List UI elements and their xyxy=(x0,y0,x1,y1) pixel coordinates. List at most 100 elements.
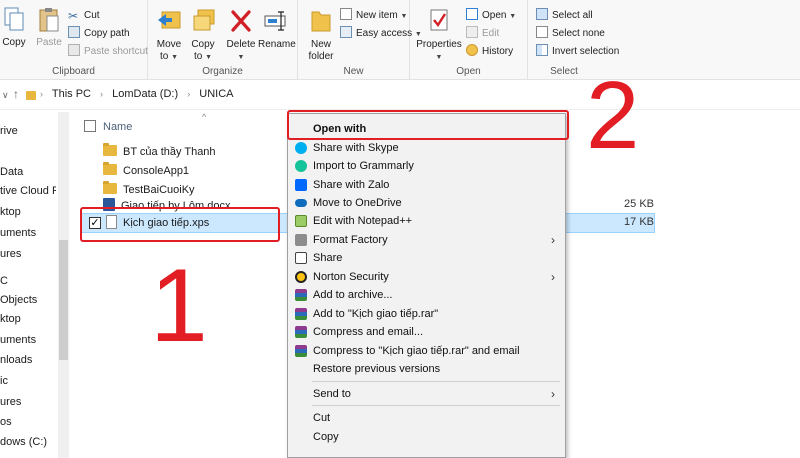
menu-item-import-to-grammarly[interactable]: Import to Grammarly xyxy=(288,157,565,175)
invert-selection-label: Invert selection xyxy=(552,46,620,57)
menu-item-add-to-archive[interactable]: Add to archive... xyxy=(288,286,565,304)
navigation-scrollbar-thumb[interactable] xyxy=(59,240,68,360)
copy-to-label: Copy to ▼ xyxy=(191,39,215,62)
folder-icon xyxy=(103,181,117,194)
copy-to-button[interactable]: Copy to ▼ xyxy=(186,6,220,64)
organize-group: Move to ▼ Copy to ▼ Delete ▼ Rename Organiz… xyxy=(148,0,298,80)
paste-button[interactable]: Paste xyxy=(32,6,66,49)
recent-locations-chevron-icon[interactable]: ∨ xyxy=(2,90,9,101)
notepadpp-icon xyxy=(295,215,307,227)
menu-item-send-to[interactable]: Send to › xyxy=(288,385,565,403)
menu-item-label: Share with Zalo xyxy=(313,179,390,191)
nav-item[interactable]: uments xyxy=(0,331,36,349)
clipboard-group-label: Clipboard xyxy=(52,66,95,77)
select-all-label: Select all xyxy=(552,10,593,21)
nav-item[interactable]: Data xyxy=(0,163,23,181)
zalo-icon xyxy=(295,179,307,191)
select-all-checkbox[interactable] xyxy=(84,120,96,132)
copy-path-label: Copy path xyxy=(84,28,130,39)
file-row[interactable]: BT của thầy Thanh xyxy=(103,143,216,161)
history-button[interactable]: History xyxy=(466,44,513,60)
history-label: History xyxy=(482,46,514,57)
skype-icon xyxy=(295,142,307,154)
menu-item-label: Format Factory xyxy=(313,234,388,246)
menu-item-share-with-zalo[interactable]: Share with Zalo xyxy=(288,176,565,194)
history-icon xyxy=(466,44,478,56)
column-header-name[interactable]: Name xyxy=(103,116,132,138)
nav-item[interactable]: ktop xyxy=(0,203,21,221)
menu-item-share[interactable]: Share xyxy=(288,249,565,267)
breadcrumb-this-pc[interactable]: This PC xyxy=(52,88,91,100)
menu-separator xyxy=(312,405,560,406)
menu-item-label: Copy xyxy=(313,431,339,443)
select-none-button[interactable]: Select none xyxy=(536,26,605,42)
file-name: TestBaiCuoiKy xyxy=(123,184,195,196)
menu-item-label: Add to archive... xyxy=(313,289,393,301)
nav-item[interactable]: os xyxy=(0,413,12,431)
easy-access-label: Easy access xyxy=(356,28,413,39)
file-name: ConsoleApp1 xyxy=(123,165,190,177)
delete-button[interactable]: Delete ▼ xyxy=(226,6,256,64)
annotation-highlight-open-with xyxy=(287,110,569,140)
copy-button[interactable]: Copy xyxy=(0,6,28,49)
copy-path-button[interactable]: Copy path xyxy=(68,26,130,42)
nav-item[interactable]: Objects xyxy=(0,291,37,309)
nav-item[interactable]: ktop xyxy=(0,310,21,328)
rename-label: Rename xyxy=(258,39,296,50)
nav-item[interactable]: tive Cloud Fi xyxy=(0,182,56,200)
menu-item-label: Add to "Kịch giao tiếp.rar" xyxy=(313,308,439,320)
new-item-label: New item xyxy=(356,10,398,21)
nav-item[interactable]: ures xyxy=(0,245,21,263)
nav-item[interactable]: nloads xyxy=(0,351,32,369)
menu-item-compress-and-email[interactable]: Compress and email... xyxy=(288,323,565,341)
menu-item-label: Share with Skype xyxy=(313,142,399,154)
nav-item[interactable]: rive xyxy=(0,122,18,140)
file-size: 17 KB xyxy=(624,216,654,228)
menu-item-label: Move to OneDrive xyxy=(313,197,402,209)
edit-button[interactable]: Edit xyxy=(466,26,499,42)
properties-icon xyxy=(430,9,448,31)
menu-item-add-to-rar[interactable]: Add to "Kịch giao tiếp.rar" xyxy=(288,305,565,323)
nav-item[interactable]: uments xyxy=(0,224,36,242)
select-all-icon xyxy=(536,8,548,20)
select-all-button[interactable]: Select all xyxy=(536,8,593,24)
open-icon xyxy=(466,8,478,20)
sort-ascending-icon: ^ xyxy=(202,112,207,122)
nav-item[interactable]: ic xyxy=(0,372,8,390)
menu-item-copy[interactable]: Copy xyxy=(288,428,565,446)
menu-item-format-factory[interactable]: Format Factory › xyxy=(288,231,565,249)
menu-item-cut[interactable]: Cut xyxy=(288,409,565,427)
menu-item-restore-previous-versions[interactable]: Restore previous versions xyxy=(288,360,565,378)
new-folder-button[interactable]: New folder xyxy=(302,6,340,63)
menu-item-move-to-onedrive[interactable]: Move to OneDrive xyxy=(288,194,565,212)
clipboard-group: Copy Paste ✂ Cut Copy path Paste shortcut… xyxy=(0,0,148,80)
menu-item-label: Send to xyxy=(313,388,351,400)
breadcrumb[interactable]: › This PC › LomData (D:) › UNICA xyxy=(34,88,234,100)
menu-item-compress-to-rar-and-email[interactable]: Compress to "Kịch giao tiếp.rar" and ema… xyxy=(288,342,565,360)
move-to-button[interactable]: Move to ▼ xyxy=(152,6,186,64)
folder-icon xyxy=(103,162,117,175)
nav-item[interactable]: ures xyxy=(0,393,21,411)
file-row[interactable]: ConsoleApp1 xyxy=(103,162,189,180)
menu-item-norton-security[interactable]: Norton Security › xyxy=(288,268,565,286)
breadcrumb-lomdata[interactable]: LomData (D:) xyxy=(112,88,178,100)
file-size: 25 KB xyxy=(624,198,654,210)
invert-selection-button[interactable]: Invert selection xyxy=(536,44,619,60)
up-arrow-icon[interactable]: ↑ xyxy=(13,87,19,101)
properties-button[interactable]: Properties ▼ xyxy=(416,6,462,64)
breadcrumb-separator-icon: › xyxy=(40,89,43,99)
open-button[interactable]: Open ▼ xyxy=(466,8,516,24)
nav-item[interactable]: dows (C:) xyxy=(0,433,47,451)
menu-item-label: Compress to "Kịch giao tiếp.rar" and ema… xyxy=(313,345,520,357)
breadcrumb-unica[interactable]: UNICA xyxy=(199,88,233,100)
menu-item-share-with-skype[interactable]: Share with Skype xyxy=(288,139,565,157)
menu-item-edit-with-notepadpp[interactable]: Edit with Notepad++ xyxy=(288,212,565,230)
easy-access-icon xyxy=(340,26,352,38)
rename-button[interactable]: Rename xyxy=(258,6,296,51)
cut-button[interactable]: ✂ Cut xyxy=(68,8,100,24)
new-item-button[interactable]: New item ▼ xyxy=(340,8,407,24)
nav-item[interactable]: C xyxy=(0,272,8,290)
paste-shortcut-button[interactable]: Paste shortcut xyxy=(68,44,148,60)
submenu-arrow-icon: › xyxy=(551,270,555,284)
onedrive-icon xyxy=(295,199,307,207)
